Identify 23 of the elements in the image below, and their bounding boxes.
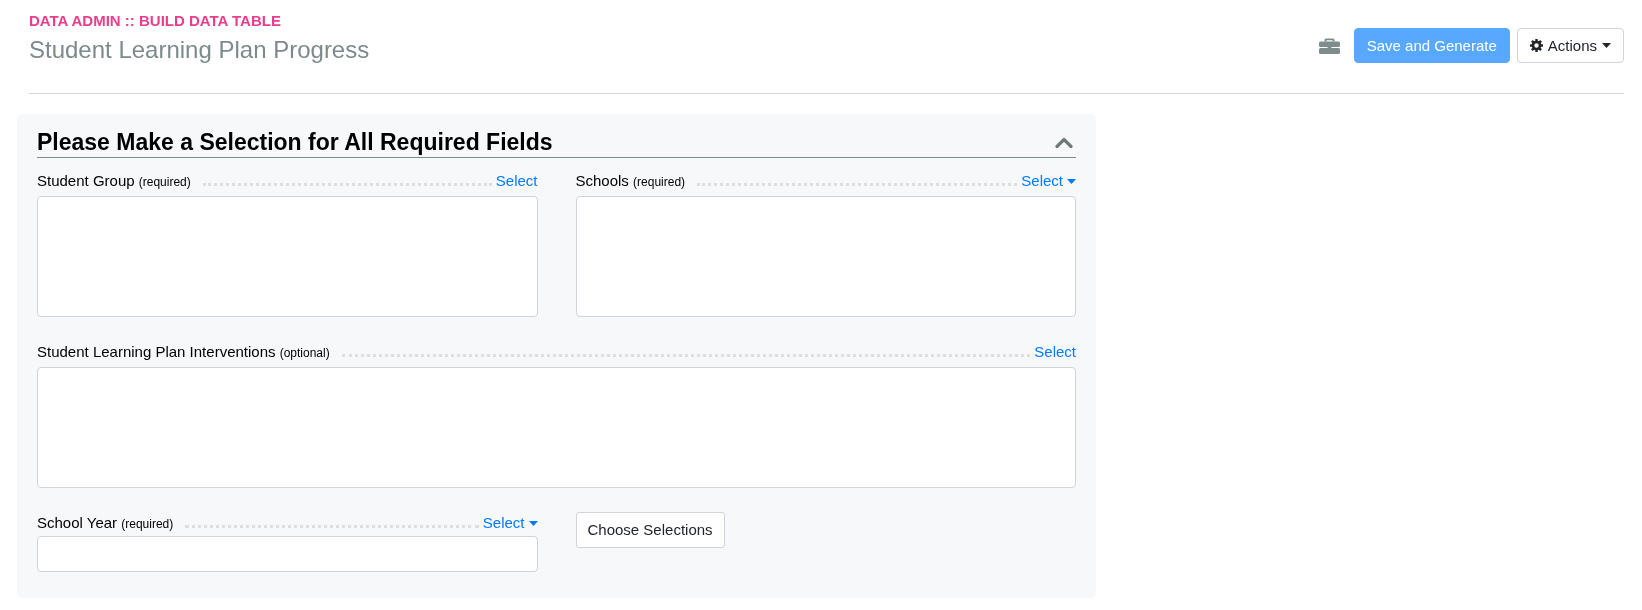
- select-link[interactable]: Select: [1034, 341, 1076, 363]
- briefcase-icon[interactable]: [1318, 37, 1340, 54]
- select-link[interactable]: Select: [1021, 170, 1076, 192]
- page-title: Student Learning Plan Progress: [29, 35, 370, 65]
- field-label: Student Group (required): [37, 171, 191, 191]
- caret-icon: [528, 520, 538, 526]
- chevron-up-icon[interactable]: [1055, 136, 1073, 148]
- field-label: Schools (required): [575, 171, 686, 191]
- actions-button[interactable]: Actions: [1516, 28, 1624, 63]
- input-field[interactable]: [37, 536, 538, 572]
- field-label: School Year (required): [37, 513, 174, 533]
- selection-box[interactable]: [37, 196, 538, 317]
- select-link[interactable]: Select: [482, 512, 538, 534]
- select-link[interactable]: Select: [495, 170, 538, 192]
- breadcrumb-text: DATA ADMIN :: BUILD DATA TABLE: [29, 12, 281, 30]
- field-label: Student Learning Plan Interventions (optional): [37, 342, 330, 362]
- choose-selections-button[interactable]: Choose Selections: [575, 512, 725, 548]
- selection-box[interactable]: [37, 367, 1076, 488]
- selection-box[interactable]: [575, 196, 1076, 317]
- gear-icon: [1529, 39, 1543, 52]
- panel-heading: Please Make a Selection for All Required Fields: [37, 129, 553, 155]
- caret-icon: [1602, 43, 1611, 48]
- caret-icon: [1067, 178, 1076, 184]
